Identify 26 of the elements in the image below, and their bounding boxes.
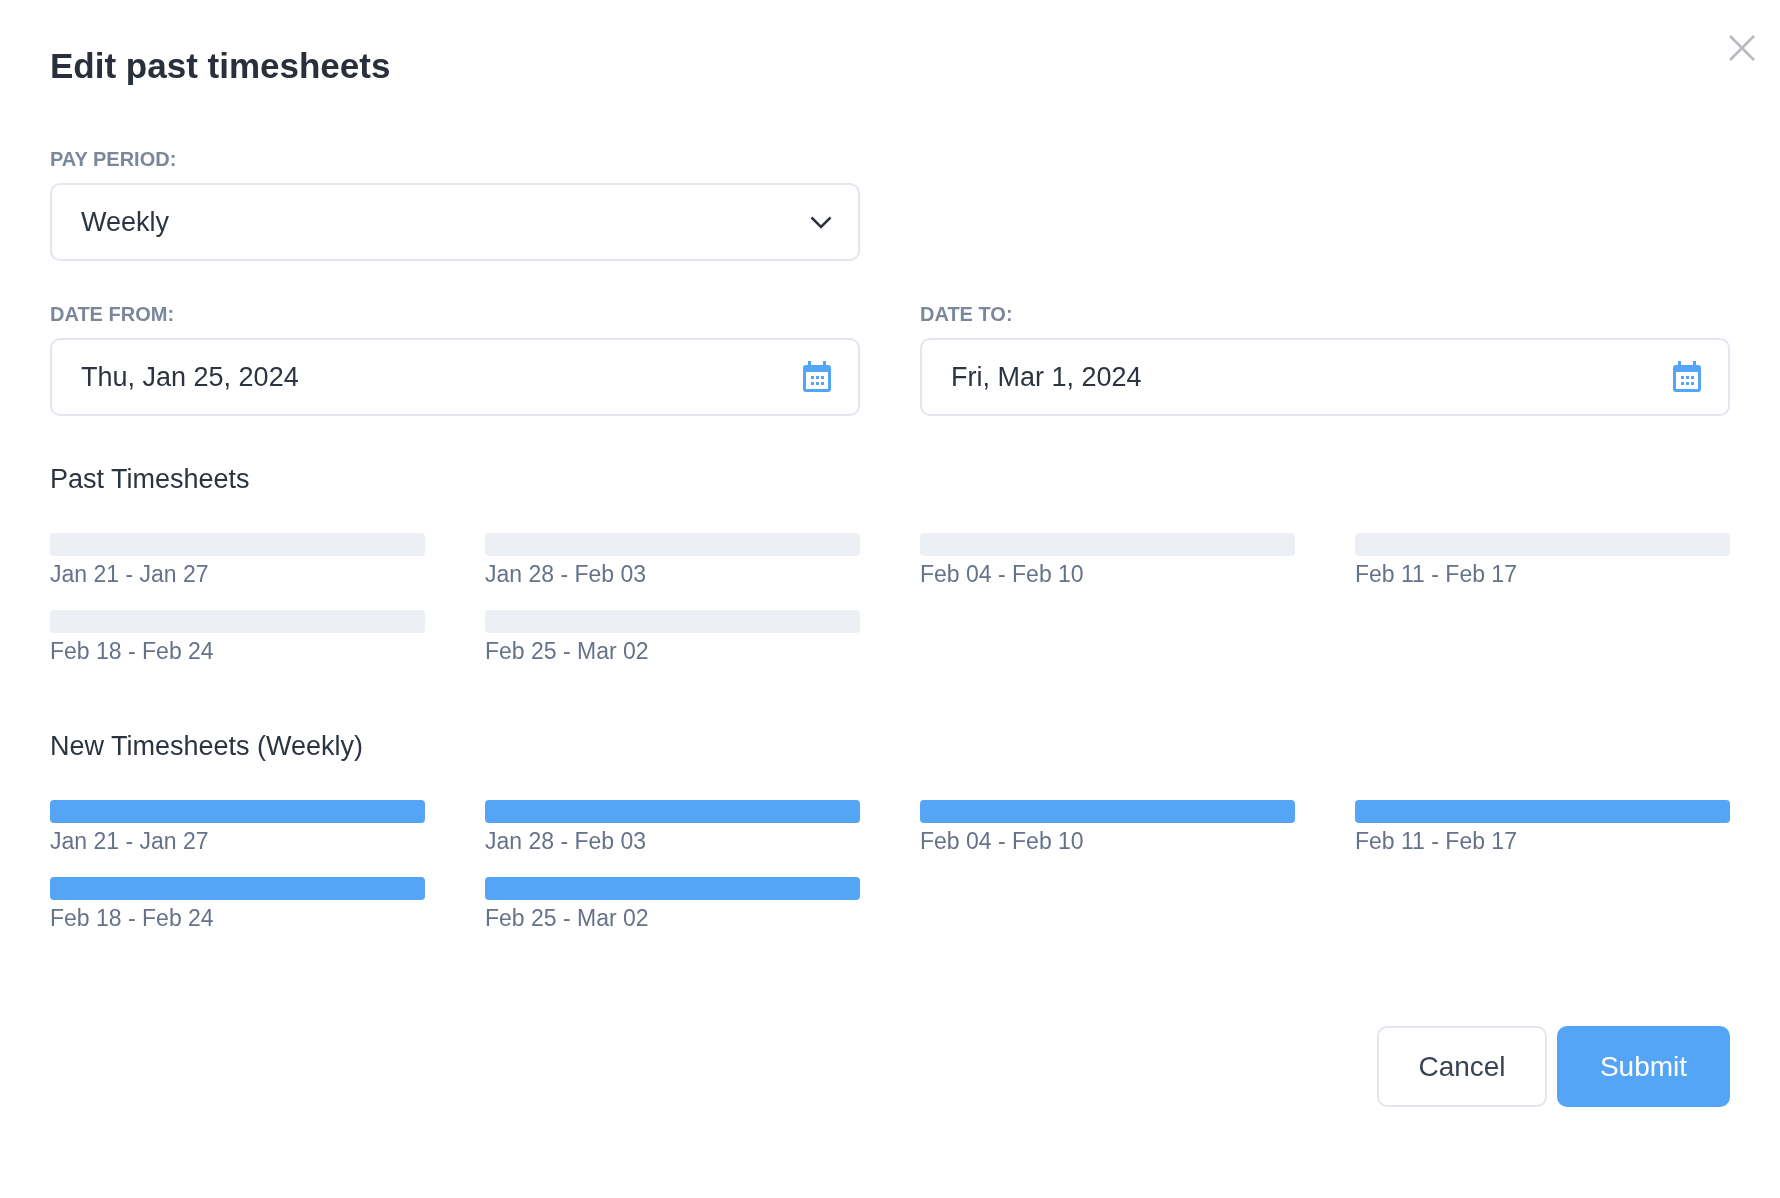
close-icon[interactable] [1728,34,1756,62]
timesheet-range: Feb 11 - Feb 17 [1355,827,1518,855]
chevron-down-icon [810,215,832,229]
date-input[interactable]: Thu, Jan 25, 2024 [50,338,860,416]
calendar-icon[interactable] [1672,361,1702,393]
timesheet-range: Feb 25 - Mar 02 [485,904,650,932]
dialog-title: Edit past timesheets [50,45,392,87]
timesheet-range: Feb 18 - Feb 24 [50,904,215,932]
date-input[interactable]: Fri, Mar 1, 2024 [920,338,1730,416]
timesheet-range: Feb 11 - Feb 17 [1355,560,1518,588]
timesheet-range: Jan 21 - Jan 27 [50,827,210,855]
section-heading: Past Timesheets [50,464,251,495]
timesheet-range: Feb 04 - Feb 10 [920,827,1085,855]
calendar-icon[interactable] [802,361,832,393]
timesheet-range: Feb 25 - Mar 02 [485,637,650,665]
timesheet-range: Jan 28 - Feb 03 [485,560,648,588]
timesheet-range: Jan 28 - Feb 03 [485,827,648,855]
field-label: PAY PERIOD: [50,148,178,171]
timesheet-range: Feb 04 - Feb 10 [920,560,1085,588]
field-label: DATE TO: [920,303,1014,326]
field-label: DATE FROM: [50,303,176,326]
timesheet-range: Feb 18 - Feb 24 [50,637,215,665]
timesheet-range: Jan 21 - Jan 27 [50,560,210,588]
section-heading: New Timesheets (Weekly) [50,731,365,762]
cancel-button[interactable]: Cancel [1377,1026,1547,1107]
pay-period-select[interactable]: Weekly [50,183,860,261]
